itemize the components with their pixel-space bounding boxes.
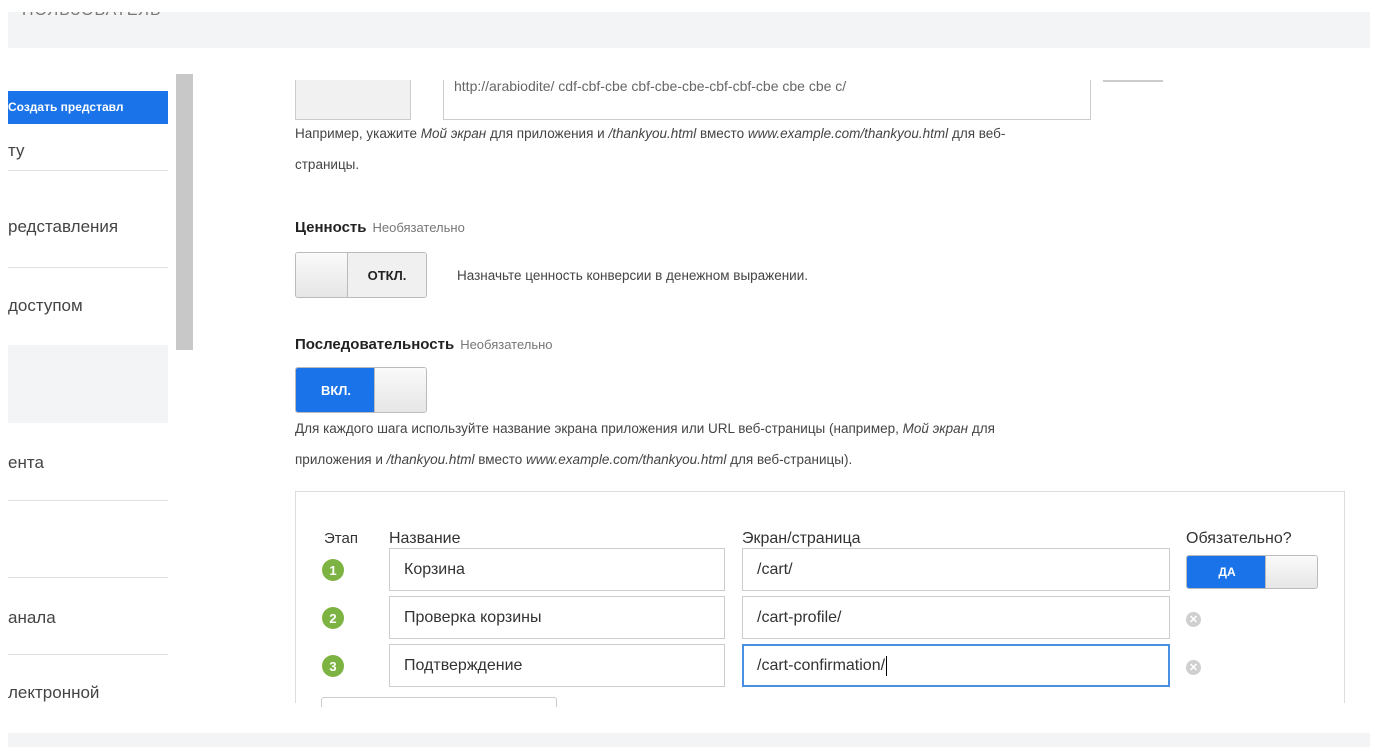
toggle-label: ДА [1187,556,1267,588]
step-number-badge: 1 [322,559,344,581]
header-screen: Экран/страница [742,530,861,547]
sidebar-item-selected[interactable] [8,345,168,423]
hint-text: вместо [474,452,527,467]
value-section-title: Ценность Необязательно [295,219,465,236]
sidebar-divider [8,654,168,655]
header-ghost-text: ПОЛЬЗОВАТЕЛЬ [22,12,162,20]
bottom-bar [8,733,1370,747]
hint-text: Для каждого шага используйте название эк… [295,421,903,436]
sidebar-divider [8,500,168,501]
hint-italic: Мой экран [902,421,969,436]
destination-input-value: http://arabiodite/ cdf-cbf-cbe cbf-cbe-c… [454,80,847,94]
section-title-text: Ценность [295,219,367,236]
hint-text: страницы. [295,157,360,172]
case-sensitive-checkbox[interactable] [1103,80,1163,82]
hint-text: для [968,421,995,436]
create-view-button[interactable]: Создать представл [8,91,168,124]
optional-label: Необязательно [460,337,553,352]
toggle-knob [374,368,426,412]
step-screen-input-focused[interactable]: /cart-confirmation/ [742,644,1170,687]
hint-text: для веб- [948,126,1006,141]
text-caret [886,655,888,676]
hint-text: приложения и [295,452,387,467]
sidebar-item-ecommerce[interactable]: лектронной [8,683,168,703]
funnel-steps-table: Этап Название Экран/страница Обязательно… [295,491,1345,707]
hint-text: вместо [696,126,748,141]
top-header-bar: ПОЛЬЗОВАТЕЛЬ [8,12,1370,48]
step-number-badge: 2 [322,607,344,629]
hint-text: для веб-страницы). [726,452,853,467]
hint-italic: Мой экран [420,126,487,141]
header-step: Этап [324,530,358,547]
sidebar-item-1[interactable]: ту [8,141,168,161]
hint-italic: /thankyou.html [608,126,697,141]
remove-step-icon[interactable]: ✕ [1186,612,1201,627]
add-step-button[interactable] [321,697,557,707]
toggle-knob [1265,556,1317,588]
hint-italic: www.example.com/thankyou.html [526,452,727,467]
destination-input[interactable]: http://arabiodite/ cdf-cbf-cbe cbf-cbe-c… [443,80,1091,120]
toggle-knob [296,253,348,297]
value-description: Назначьте ценность конверсии в денежном … [457,268,808,283]
destination-hint: Например, укажите Мой экран для приложен… [295,118,1305,180]
remove-step-icon[interactable]: ✕ [1186,660,1201,675]
step-screen-input[interactable]: /cart-profile/ [742,596,1170,639]
hint-italic: www.example.com/thankyou.html [747,126,949,141]
step-name-input[interactable]: Корзина [389,548,725,591]
hint-text: для приложения и [486,126,609,141]
sidebar-item-4[interactable]: ента [8,453,168,473]
sidebar-item-channel[interactable]: анала [8,608,168,628]
sequence-toggle[interactable]: ВКЛ. [295,367,427,413]
toggle-label: ВКЛ. [296,368,376,412]
step-screen-input[interactable]: /cart/ [742,548,1170,591]
step-screen-value: /cart-confirmation/ [757,656,886,674]
required-toggle[interactable]: ДА [1186,555,1318,589]
match-type-dropdown[interactable] [295,80,411,120]
sidebar-divider [8,577,168,578]
sidebar-divider [8,170,168,171]
sequence-hint: Для каждого шага используйте название эк… [295,413,1345,475]
optional-label: Необязательно [372,220,465,235]
hint-text: Например, укажите [295,126,421,141]
sidebar-item-access[interactable]: доступом [8,296,168,316]
sequence-section-title: Последовательность Необязательно [295,336,553,353]
hint-italic: /thankyou.html [386,452,475,467]
left-sidebar: Создать представл ту редставления доступ… [0,74,193,704]
step-name-input[interactable]: Проверка корзины [389,596,725,639]
step-number-badge: 3 [322,655,344,677]
section-title-text: Последовательность [295,336,455,353]
sidebar-item-views[interactable]: редставления [8,217,168,237]
header-name: Название [389,530,461,547]
sidebar-scrollbar[interactable] [176,74,193,350]
partial-destination-row: http://arabiodite/ cdf-cbf-cbe cbf-cbe-c… [295,80,1345,120]
toggle-label: ОТКЛ. [348,253,426,297]
sidebar-divider [8,267,168,268]
header-required: Обязательно? [1186,530,1292,547]
step-name-input[interactable]: Подтверждение [389,644,725,687]
value-toggle[interactable]: ОТКЛ. [295,252,427,298]
